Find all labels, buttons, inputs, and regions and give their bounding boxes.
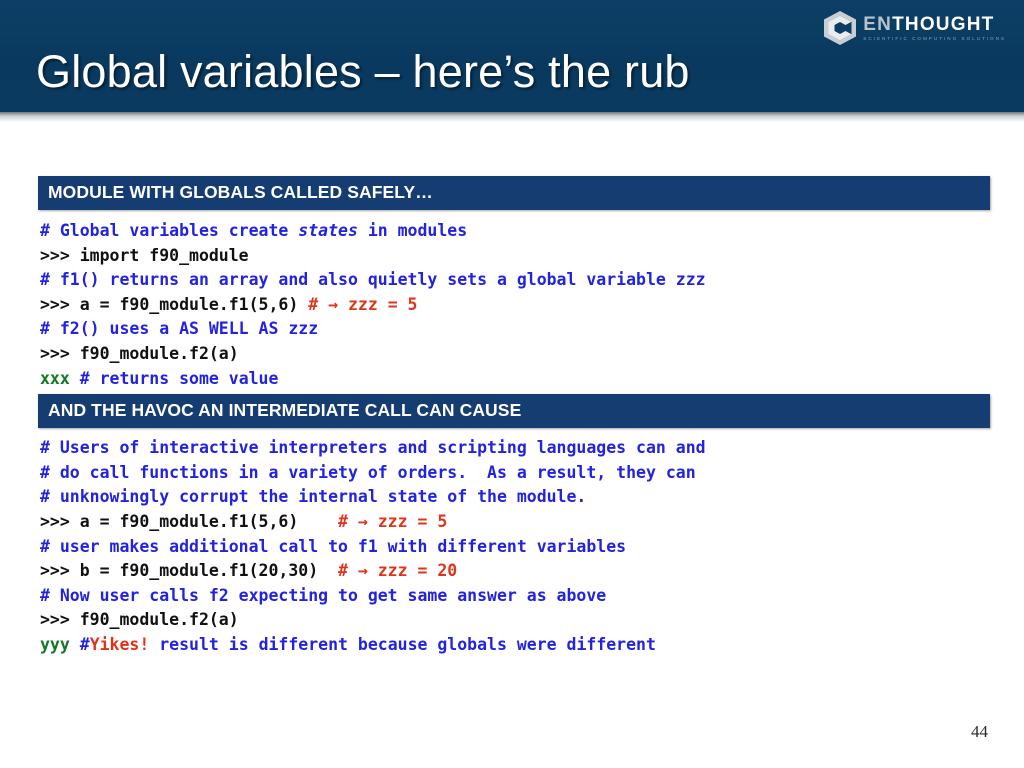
code-span-code: >>> b = f90_module.f1(20,30) (40, 561, 339, 581)
code-line: # Global variables create states in modu… (40, 219, 990, 244)
code-span-note: Yikes! (89, 634, 150, 654)
code-span-note: # → zzz = 20 (338, 561, 458, 581)
code-span-comment: # Users of interactive interpreters and … (40, 438, 706, 458)
code-span-note: # → zzz = 5 (338, 511, 448, 531)
logo-wordmark: ENTHOUGHT (863, 15, 1006, 34)
code-line: >>> import f90_module (40, 244, 990, 269)
code-line: # f1() returns an array and also quietly… (40, 268, 990, 293)
logo-tagline: SCIENTIFIC COMPUTING SOLUTIONS (863, 35, 1006, 41)
logo-word-en: EN (863, 13, 893, 35)
code-span-comment: # user makes additional call to f1 with … (40, 536, 627, 556)
title-banner: Global variables – here’s the rub ENTHOU… (0, 0, 1024, 122)
code-span-comment: # f1() returns an array and also quietly… (40, 270, 706, 290)
code-line: xxx # returns some value (40, 367, 990, 392)
enthought-logo-mark (824, 11, 857, 45)
code-line: yyy #Yikes! result is different because … (40, 633, 990, 658)
page-number: 44 (971, 722, 988, 741)
code-span-code: >>> f90_module.f2(a) (40, 610, 239, 630)
code-span-code: >>> a = f90_module.f1(5,6) (40, 511, 339, 531)
code-span-comment: result is different because globals were… (149, 634, 656, 654)
code-line: >>> f90_module.f2(a) (40, 342, 990, 367)
code-span-code: >>> import f90_module (40, 245, 249, 265)
code-line: >>> a = f90_module.f1(5,6) # → zzz = 5 (40, 510, 990, 535)
code-block-safely: # Global variables create states in modu… (38, 210, 990, 394)
code-span-comment: in modules (357, 221, 468, 240)
code-line: # unknowingly corrupt the internal state… (40, 485, 990, 510)
code-span-note: # → zzz = 5 (308, 294, 418, 314)
code-span-comment: # do call functions in a variety of orde… (40, 462, 696, 482)
enthought-logo-text: ENTHOUGHT SCIENTIFIC COMPUTING SOLUTIONS (863, 15, 1006, 42)
code-span-output: xxx (40, 368, 70, 388)
code-line: # Now user calls f2 expecting to get sam… (40, 584, 990, 609)
code-line: # do call functions in a variety of orde… (40, 461, 990, 486)
code-span-comment: # Now user calls f2 expecting to get sam… (40, 585, 607, 605)
logo-word-rest: THOUGHT (892, 13, 995, 35)
code-span-comment-italic: states (298, 221, 358, 240)
code-line: # Users of interactive interpreters and … (40, 436, 990, 461)
code-line: # f2() uses a AS WELL AS zzz (40, 317, 990, 342)
code-span-comment: # f2() uses a AS WELL AS zzz (40, 319, 319, 339)
section-header-havoc: AND THE HAVOC AN INTERMEDIATE CALL CAN C… (38, 394, 990, 429)
code-span-output: yyy (40, 634, 80, 654)
code-line: >>> b = f90_module.f1(20,30) # → zzz = 2… (40, 559, 990, 584)
code-span-code: >>> a = f90_module.f1(5,6) (40, 294, 309, 314)
slide-content: MODULE WITH GLOBALS CALLED SAFELY… # Glo… (38, 176, 990, 662)
code-span-comment: # Global variables create (40, 221, 299, 240)
code-span-comment: # unknowingly corrupt the internal state… (40, 487, 587, 507)
page-title: Global variables – here’s the rub (36, 46, 690, 97)
code-line: >>> a = f90_module.f1(5,6) # → zzz = 5 (40, 293, 990, 318)
section-header-safely: MODULE WITH GLOBALS CALLED SAFELY… (38, 176, 990, 210)
enthought-logo: ENTHOUGHT SCIENTIFIC COMPUTING SOLUTIONS (824, 10, 1006, 46)
code-block-havoc: # Users of interactive interpreters and … (38, 428, 990, 661)
code-line: # user makes additional call to f1 with … (40, 535, 990, 560)
code-span-comment: # returns some value (69, 368, 279, 388)
code-span-comment: # (79, 634, 90, 654)
code-line: >>> f90_module.f2(a) (40, 608, 990, 633)
code-span-code: >>> f90_module.f2(a) (40, 343, 239, 363)
